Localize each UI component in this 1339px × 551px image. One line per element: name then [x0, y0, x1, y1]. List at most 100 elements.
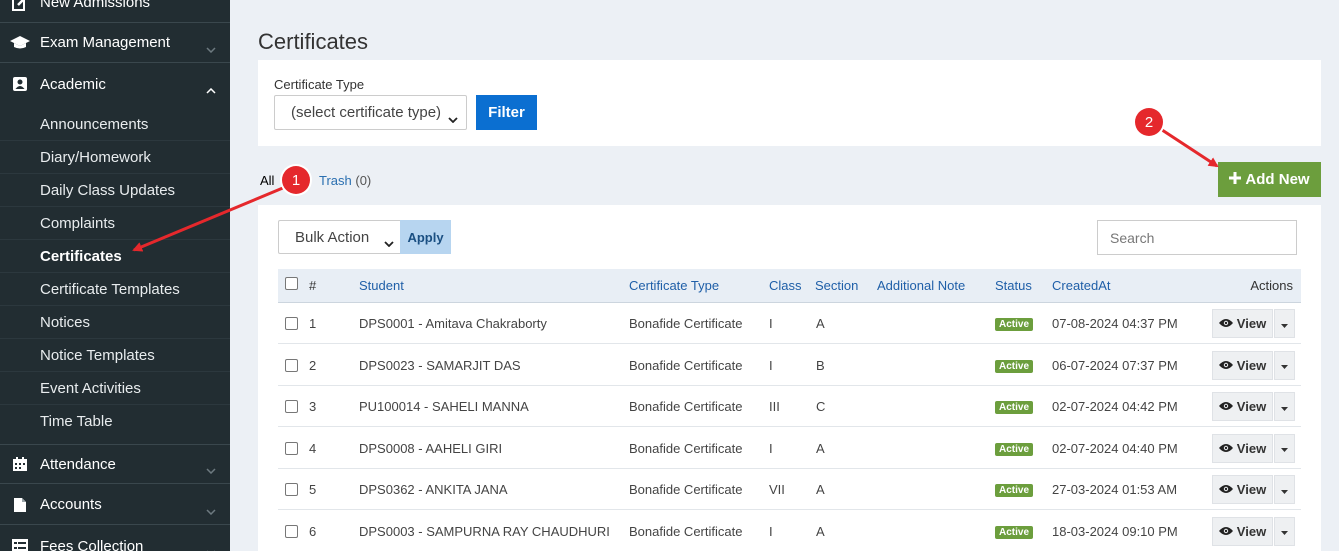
header-created-at[interactable]: CreatedAt: [1052, 278, 1111, 293]
select-all-checkbox[interactable]: [285, 277, 298, 290]
view-label: View: [1236, 316, 1267, 331]
header-certificate-type[interactable]: Certificate Type: [629, 278, 719, 293]
view-button[interactable]: View: [1212, 309, 1273, 338]
sidebar-item-notices[interactable]: Notices: [0, 306, 230, 339]
row-checkbox[interactable]: [285, 524, 298, 538]
header-additional-note[interactable]: Additional Note: [877, 278, 965, 293]
row-section: A: [816, 440, 825, 456]
search-input[interactable]: Search: [1097, 220, 1297, 255]
view-button[interactable]: View: [1212, 350, 1273, 380]
tab-trash[interactable]: Trash (0): [319, 173, 371, 188]
row-checkbox[interactable]: [285, 317, 298, 330]
sidebar-item-accounts[interactable]: Accounts: [0, 485, 230, 525]
eye-icon: [1218, 482, 1233, 497]
row-created-at: 18-03-2024 09:10 PM: [1052, 523, 1178, 539]
sidebar-item-label: Fees Collection: [40, 537, 144, 551]
row-checkbox[interactable]: [285, 400, 298, 413]
certificate-type-label: Certificate Type: [274, 77, 365, 92]
view-dropdown-toggle[interactable]: [1274, 433, 1295, 463]
row-certificate-type: Bonafide Certificate: [629, 357, 743, 373]
sidebar-item-diary-homework[interactable]: Diary/Homework: [0, 141, 230, 174]
eye-icon: [1218, 524, 1233, 539]
table-row: 6 DPS0003 - SAMPURNA RAY CHAUDHURI Bonafid…: [278, 511, 1301, 551]
view-label: View: [1236, 523, 1267, 539]
caret-down-icon: [1281, 522, 1288, 540]
view-dropdown-toggle[interactable]: [1274, 392, 1295, 421]
caret-down-icon: [1281, 481, 1288, 499]
row-class: III: [769, 399, 780, 414]
row-student: DPS0008 - AAHELI GIRI: [359, 440, 503, 456]
row-created-at: 07-08-2024 04:37 PM: [1052, 316, 1178, 331]
sidebar-item-notice-templates[interactable]: Notice Templates: [0, 339, 230, 372]
sidebar-item-announcements[interactable]: Announcements: [0, 108, 230, 141]
row-student: DPS0362 - ANKITA JANA: [359, 482, 508, 497]
row-section: A: [816, 316, 825, 331]
tab-all[interactable]: All: [260, 173, 274, 188]
callout-1: 1: [282, 166, 310, 194]
header-num: #: [309, 278, 317, 293]
caret-down-icon: [1281, 356, 1288, 374]
table-row: 1 DPS0001 - Amitava Chakraborty Bonafide C…: [278, 303, 1301, 344]
view-button[interactable]: View: [1212, 475, 1273, 504]
view-label: View: [1236, 482, 1267, 497]
header-class[interactable]: Class: [769, 278, 802, 293]
sidebar-item-exam-management[interactable]: Exam Management: [0, 23, 230, 63]
row-checkbox[interactable]: [285, 483, 298, 496]
view-button[interactable]: View: [1212, 516, 1273, 546]
sidebar-item-event-activities[interactable]: Event Activities: [0, 372, 230, 405]
sidebar-item-attendance[interactable]: Attendance: [0, 444, 230, 484]
eye-icon: [1218, 441, 1233, 456]
sidebar-item-daily-class-updates[interactable]: Daily Class Updates: [0, 174, 230, 207]
row-num: 6: [309, 523, 317, 539]
certificate-type-select[interactable]: (select certificate type): [274, 95, 467, 130]
sidebar-item-certificate-templates[interactable]: Certificate Templates: [0, 273, 230, 306]
list-icon: [0, 539, 40, 551]
row-student: DPS0001 - Amitava Chakraborty: [359, 316, 547, 331]
chevron-down-icon: [206, 543, 216, 551]
row-class: I: [769, 316, 773, 331]
caret-down-icon: [1281, 315, 1288, 333]
view-label: View: [1236, 399, 1267, 414]
sidebar-item-academic[interactable]: Academic: [0, 64, 230, 104]
row-created-at: 02-07-2024 04:42 PM: [1052, 399, 1178, 414]
row-created-at: 06-07-2024 07:37 PM: [1052, 357, 1178, 373]
row-certificate-type: Bonafide Certificate: [629, 316, 743, 331]
row-class: I: [769, 440, 773, 456]
chevron-down-icon: [384, 234, 394, 251]
academic-submenu: Announcements Diary/Homework Daily Class…: [0, 108, 230, 438]
sidebar-item-time-table[interactable]: Time Table: [0, 405, 230, 438]
bulk-action-select[interactable]: Bulk Action: [278, 220, 402, 254]
sidebar-item-certificates[interactable]: Certificates: [0, 240, 230, 273]
view-button[interactable]: View: [1212, 433, 1273, 463]
view-dropdown-toggle[interactable]: [1274, 475, 1295, 504]
row-certificate-type: Bonafide Certificate: [629, 523, 743, 539]
header-status[interactable]: Status: [995, 278, 1032, 293]
sidebar-item-fees-collection[interactable]: Fees Collection: [0, 526, 230, 551]
filter-button[interactable]: Filter: [476, 95, 537, 130]
row-created-at: 27-03-2024 01:53 AM: [1052, 482, 1178, 497]
add-new-button[interactable]: Add New: [1218, 162, 1321, 197]
eye-icon: [1218, 316, 1233, 331]
row-section: A: [816, 482, 825, 497]
view-dropdown-toggle[interactable]: [1274, 350, 1295, 380]
sidebar-item-new-admissions[interactable]: New Admissions: [0, 0, 230, 23]
table-header: # Student Certificate Type Class Section…: [278, 269, 1301, 303]
apply-button[interactable]: Apply: [400, 220, 451, 254]
sidebar-item-complaints[interactable]: Complaints: [0, 207, 230, 240]
view-dropdown-toggle[interactable]: [1274, 309, 1295, 338]
header-section[interactable]: Section: [815, 278, 858, 293]
status-badge: Active: [995, 359, 1034, 373]
row-num: 2: [309, 357, 317, 373]
view-dropdown-toggle[interactable]: [1274, 516, 1295, 546]
view-label: View: [1236, 357, 1267, 373]
filter-panel: Certificate Type (select certificate typ…: [258, 60, 1321, 146]
id-card-icon: [0, 76, 40, 92]
view-button[interactable]: View: [1212, 392, 1273, 421]
row-checkbox[interactable]: [285, 441, 298, 455]
graduation-cap-icon: [0, 35, 40, 51]
sidebar-item-label: New Admissions: [40, 0, 151, 11]
header-student[interactable]: Student: [359, 278, 404, 293]
add-new-label: Add New: [1245, 171, 1310, 188]
certificates-table-panel: Bulk Action Apply Search # Student Certi…: [258, 205, 1321, 551]
row-checkbox[interactable]: [285, 358, 298, 372]
